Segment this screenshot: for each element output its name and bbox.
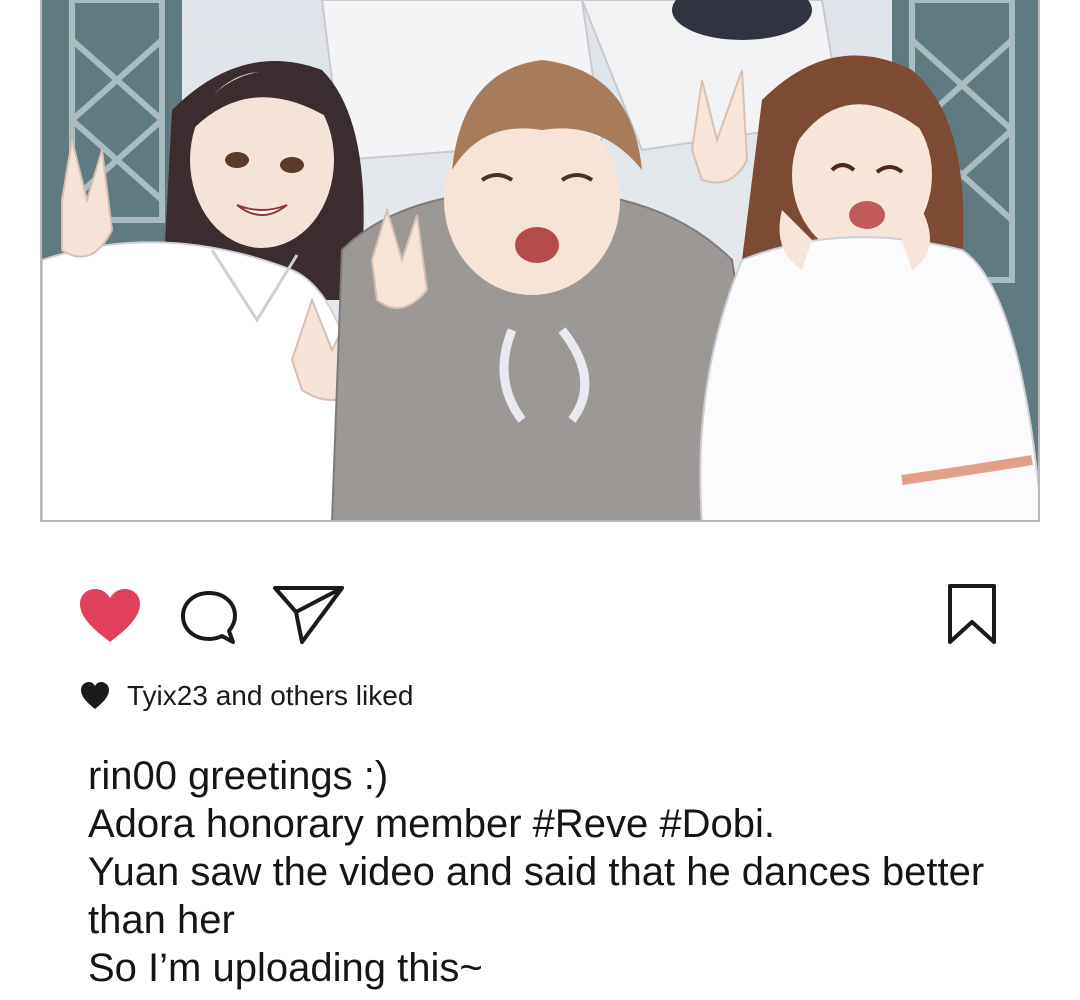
- likes-summary: Tyix23 and others liked: [80, 676, 413, 716]
- caption-line: Yuan saw the video and said that he danc…: [88, 850, 985, 894]
- post-caption: rin00 greetings :) Adora honorary member…: [88, 752, 1048, 992]
- likes-text[interactable]: Tyix23 and others liked: [127, 680, 413, 712]
- caption-line: Adora honorary member #Reve #Dobi.: [88, 802, 776, 846]
- comment-bubble-icon[interactable]: [178, 588, 240, 648]
- caption-line: So I’m uploading this~: [88, 946, 483, 990]
- post-action-bar: [0, 570, 1080, 650]
- post-illustration: [42, 0, 1038, 520]
- heart-icon: [81, 682, 109, 709]
- like-heart-icon[interactable]: [78, 588, 142, 644]
- caption-line: than her: [88, 898, 235, 942]
- caption-line: rin00 greetings :): [88, 754, 389, 798]
- post-image[interactable]: [40, 0, 1040, 522]
- share-paper-plane-icon[interactable]: [272, 584, 346, 646]
- save-bookmark-icon[interactable]: [944, 582, 1000, 646]
